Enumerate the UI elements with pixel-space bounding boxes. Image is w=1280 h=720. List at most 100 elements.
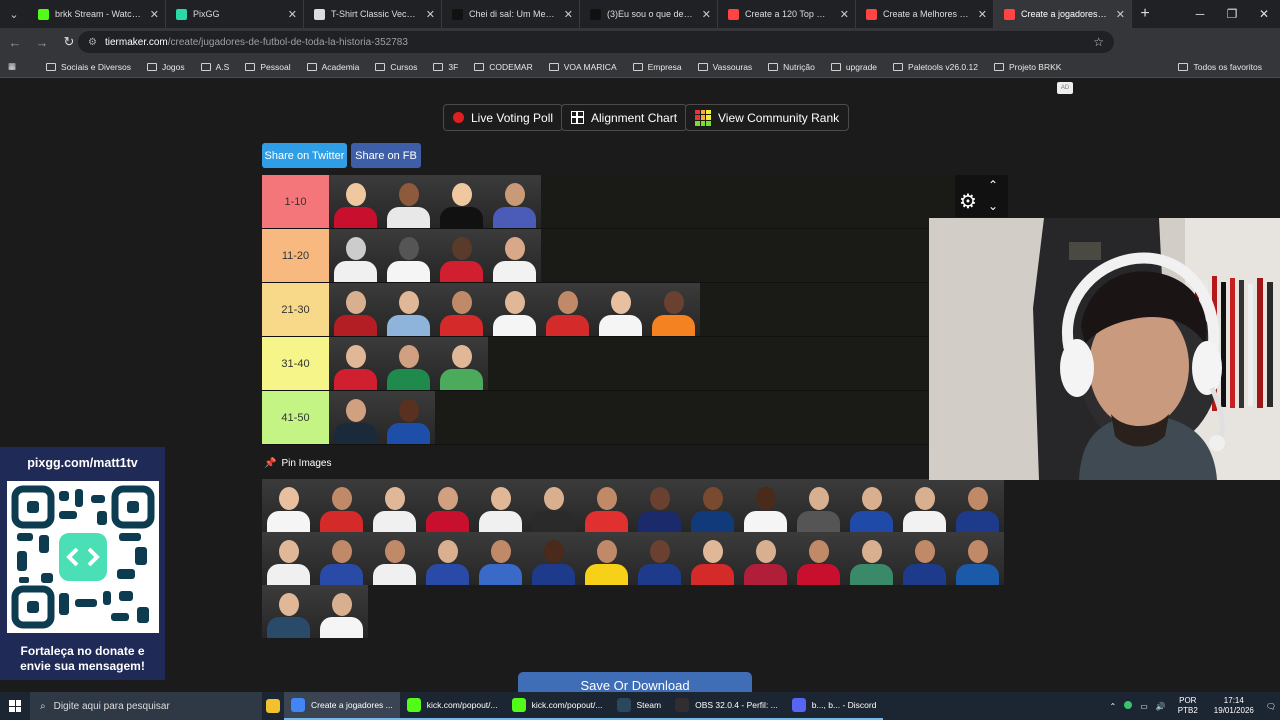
- bookmark-item[interactable]: upgrade: [823, 62, 885, 72]
- bookmark-item[interactable]: A.S: [193, 62, 238, 72]
- tab-close-icon[interactable]: ✕: [426, 8, 435, 21]
- tab-close-icon[interactable]: ✕: [840, 8, 849, 21]
- pool-player-card[interactable]: [315, 479, 368, 532]
- pool-player-card[interactable]: [262, 532, 315, 585]
- bookmark-item[interactable]: Cursos: [367, 62, 425, 72]
- player-card[interactable]: [435, 229, 488, 282]
- bookmark-item[interactable]: Academia: [299, 62, 368, 72]
- player-card[interactable]: [329, 391, 382, 444]
- view-community-rank-button[interactable]: View Community Rank: [685, 104, 850, 131]
- alignment-chart-button[interactable]: Alignment Chart: [561, 104, 688, 131]
- bookmark-item[interactable]: Jogos: [139, 62, 193, 72]
- browser-tab[interactable]: Chei di saI: Um Meme En ✕: [442, 0, 580, 28]
- taskbar-search[interactable]: ⌕ Digite aqui para pesquisar: [30, 692, 262, 720]
- player-card[interactable]: [435, 283, 488, 336]
- pool-player-card[interactable]: [686, 532, 739, 585]
- player-card[interactable]: [647, 283, 700, 336]
- player-card[interactable]: [382, 229, 435, 282]
- bookmark-item[interactable]: 3F: [425, 62, 466, 72]
- minimize-button[interactable]: ─: [1184, 0, 1216, 28]
- bookmark-star-icon[interactable]: ☆: [1093, 35, 1104, 49]
- pool-player-card[interactable]: [315, 532, 368, 585]
- tray-chevron-icon[interactable]: ⌃: [1106, 702, 1121, 711]
- restore-button[interactable]: ❐: [1216, 0, 1248, 28]
- player-card[interactable]: [329, 337, 382, 390]
- browser-tab[interactable]: Create a Melhores lugare ✕: [856, 0, 994, 28]
- pool-player-card[interactable]: [951, 479, 1004, 532]
- save-or-download-button[interactable]: Save Or Download: [518, 672, 752, 692]
- pool-player-card[interactable]: [792, 479, 845, 532]
- pool-player-card[interactable]: [739, 479, 792, 532]
- pool-player-card[interactable]: [262, 479, 315, 532]
- pool-player-card[interactable]: [421, 532, 474, 585]
- new-tab-button[interactable]: +: [1132, 0, 1158, 28]
- site-info-icon[interactable]: ⚙: [88, 37, 97, 48]
- pool-player-card[interactable]: [421, 479, 474, 532]
- back-button[interactable]: ←: [3, 30, 27, 54]
- taskbar-app[interactable]: b..., b... - Discord: [784, 692, 884, 720]
- tier-label[interactable]: 31-40: [262, 337, 329, 390]
- pool-player-card[interactable]: [898, 479, 951, 532]
- pool-player-card[interactable]: [474, 532, 527, 585]
- file-explorer-button[interactable]: [262, 692, 284, 720]
- tier-label[interactable]: 21-30: [262, 283, 329, 336]
- player-card[interactable]: [382, 391, 435, 444]
- bookmark-item[interactable]: Nutrição: [760, 62, 823, 72]
- player-card[interactable]: [488, 229, 541, 282]
- gear-icon[interactable]: ⚙: [959, 189, 977, 214]
- live-voting-poll-button[interactable]: Live Voting Poll: [443, 104, 564, 131]
- network-icon[interactable]: ▭: [1136, 702, 1152, 711]
- all-bookmarks[interactable]: Todos os favoritos: [1170, 56, 1270, 78]
- volume-icon[interactable]: 🔊: [1152, 702, 1170, 711]
- browser-tab[interactable]: (3)Eu sou o que desmaia ✕: [580, 0, 718, 28]
- bookmark-item[interactable]: Empresa: [625, 62, 690, 72]
- chevron-up-icon[interactable]: ⌃: [988, 178, 998, 192]
- taskbar-app[interactable]: kick.com/popout/...: [399, 692, 505, 720]
- pool-player-card[interactable]: [527, 479, 580, 532]
- notifications-icon[interactable]: 🗨: [1262, 702, 1280, 711]
- tier-label[interactable]: 11-20: [262, 229, 329, 282]
- tray-status-icon[interactable]: [1120, 701, 1136, 711]
- share-fb-button[interactable]: Share on FB: [351, 143, 421, 168]
- tab-close-icon[interactable]: ✕: [564, 8, 573, 21]
- pool-player-card[interactable]: [580, 532, 633, 585]
- apps-grid-icon[interactable]: ▦: [0, 61, 24, 72]
- browser-tab[interactable]: Create a 120 Top One Pie ✕: [718, 0, 856, 28]
- tier-label[interactable]: 41-50: [262, 391, 329, 444]
- player-card[interactable]: [541, 283, 594, 336]
- pool-player-card[interactable]: [474, 479, 527, 532]
- pool-player-card[interactable]: [951, 532, 1004, 585]
- player-card[interactable]: [329, 283, 382, 336]
- bookmark-item[interactable]: VOA MARICA: [541, 62, 625, 72]
- tier-label[interactable]: 1-10: [262, 175, 329, 228]
- pool-player-card[interactable]: [845, 479, 898, 532]
- pool-player-card[interactable]: [898, 532, 951, 585]
- bookmark-item[interactable]: CODEMAR: [466, 62, 540, 72]
- bookmark-item[interactable]: Paletools v26.0.12: [885, 62, 986, 72]
- tab-close-icon[interactable]: ✕: [978, 8, 987, 21]
- pool-player-card[interactable]: [739, 532, 792, 585]
- pool-player-card[interactable]: [633, 532, 686, 585]
- pool-player-card[interactable]: [633, 479, 686, 532]
- browser-tab[interactable]: PixGG ✕: [166, 0, 304, 28]
- chevron-down-icon[interactable]: ⌄: [988, 199, 998, 213]
- bookmark-item[interactable]: Vassouras: [690, 62, 761, 72]
- pool-player-card[interactable]: [368, 479, 421, 532]
- player-card[interactable]: [382, 283, 435, 336]
- pool-player-card[interactable]: [686, 479, 739, 532]
- bookmark-item[interactable]: Projeto BRKK: [986, 62, 1069, 72]
- player-card[interactable]: [382, 175, 435, 228]
- bookmark-item[interactable]: Sociais e Diversos: [38, 62, 139, 72]
- player-card[interactable]: [488, 175, 541, 228]
- start-button[interactable]: [0, 692, 30, 720]
- player-card[interactable]: [594, 283, 647, 336]
- player-card[interactable]: [435, 175, 488, 228]
- taskbar-app[interactable]: Steam: [609, 692, 669, 720]
- language-indicator[interactable]: POR PTB2: [1170, 696, 1206, 716]
- player-card[interactable]: [488, 283, 541, 336]
- clock[interactable]: 17:14 19/01/2026: [1206, 696, 1262, 716]
- bookmark-item[interactable]: Pessoal: [237, 62, 298, 72]
- pin-images-toggle[interactable]: 📌 Pin Images: [264, 458, 331, 469]
- pool-player-card[interactable]: [368, 532, 421, 585]
- share-twitter-button[interactable]: Share on Twitter: [262, 143, 347, 168]
